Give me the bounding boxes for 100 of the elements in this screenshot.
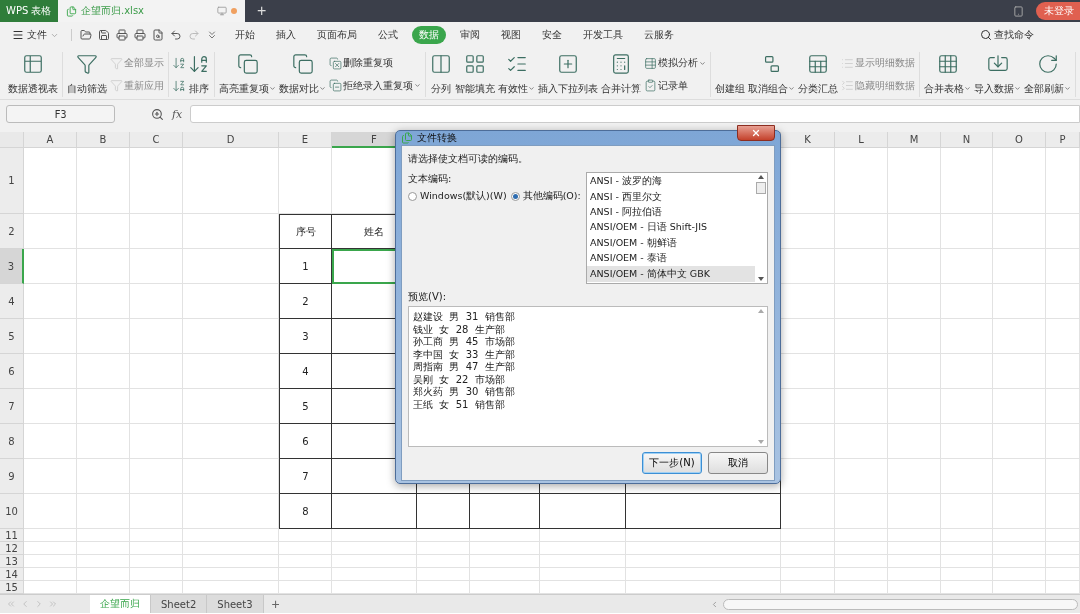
menu-tab[interactable]: 开发工具: [576, 26, 630, 44]
ribbon-button[interactable]: 自动筛选: [66, 52, 108, 97]
login-button[interactable]: 未登录: [1036, 2, 1080, 20]
menu-tab[interactable]: 公式: [371, 26, 405, 44]
ribbon-button[interactable]: 删除重复项: [328, 55, 422, 72]
ribbon-button[interactable]: 合并计算: [600, 52, 642, 97]
ribbon-button[interactable]: 全部刷新: [1023, 52, 1072, 97]
row-header[interactable]: 2: [0, 214, 24, 249]
column-header[interactable]: A: [24, 132, 77, 148]
cancel-button[interactable]: 取消: [708, 452, 768, 474]
row-header[interactable]: 15: [0, 581, 24, 594]
column-header[interactable]: L: [835, 132, 888, 148]
menu-tab[interactable]: 开始: [228, 26, 262, 44]
column-header[interactable]: K: [781, 132, 835, 148]
new-tab-button[interactable]: +: [245, 0, 279, 22]
ribbon-button[interactable]: 模拟分析: [643, 55, 707, 72]
ribbon-button[interactable]: 排序: [187, 52, 211, 97]
monitor-icon[interactable]: [217, 6, 227, 16]
column-header[interactable]: M: [888, 132, 941, 148]
scroll-left-icon[interactable]: [710, 599, 719, 609]
ribbon-button[interactable]: 分列: [429, 52, 453, 97]
column-header[interactable]: D: [183, 132, 279, 148]
open-button[interactable]: [80, 29, 92, 41]
radio-button[interactable]: [408, 192, 417, 201]
row-header[interactable]: 7: [0, 389, 24, 424]
ribbon-button[interactable]: 高亮重复项: [218, 52, 277, 97]
encoding-option[interactable]: ANSI - 波罗的海: [587, 174, 755, 190]
add-sheet-button[interactable]: +: [263, 595, 288, 613]
column-header[interactable]: N: [941, 132, 993, 148]
scroll-up-icon[interactable]: [758, 175, 764, 179]
encoding-option[interactable]: ANSI/OEM - 简体中文 GBK: [587, 266, 755, 282]
row-header[interactable]: 10: [0, 494, 24, 529]
ribbon-button[interactable]: 有效性: [497, 52, 536, 97]
save-button[interactable]: [98, 29, 110, 41]
sheet-tab[interactable]: Sheet2: [151, 595, 208, 613]
function-label[interactable]: fx: [172, 107, 183, 121]
ribbon-button[interactable]: 数据透视表: [7, 52, 59, 97]
ribbon-button[interactable]: 合并表格: [923, 52, 972, 97]
scrollbar-thumb[interactable]: [723, 598, 1078, 610]
ribbon-button[interactable]: 取消组合: [747, 52, 796, 97]
encoding-option[interactable]: ANSI/OEM - 朝鲜语: [587, 235, 755, 251]
menu-tab[interactable]: 云服务: [637, 26, 681, 44]
name-box[interactable]: F3: [6, 105, 115, 123]
encoding-option[interactable]: ANSI - 西里尔文: [587, 189, 755, 205]
encoding-radio[interactable]: 其他编码(O):: [510, 190, 581, 203]
formula-input[interactable]: [190, 105, 1080, 123]
row-header[interactable]: 13: [0, 555, 24, 568]
encoding-option[interactable]: ANSI - 阿拉伯语: [587, 204, 755, 221]
ribbon-button[interactable]: 数据对比: [278, 52, 327, 97]
menu-tab[interactable]: 审阅: [453, 26, 487, 44]
row-header[interactable]: 6: [0, 354, 24, 389]
column-header[interactable]: E: [279, 132, 332, 148]
row-header[interactable]: 9: [0, 459, 24, 494]
sort-descending-button[interactable]: [172, 78, 186, 93]
ribbon-button[interactable]: 分类汇总: [797, 52, 839, 97]
undo-button[interactable]: [170, 29, 182, 41]
radio-button[interactable]: [510, 192, 520, 201]
app-tab[interactable]: WPS 表格: [0, 0, 58, 22]
close-button[interactable]: [737, 125, 775, 141]
more-button[interactable]: [206, 29, 218, 41]
ribbon-button[interactable]: 插入下拉列表: [537, 52, 599, 97]
tablet-icon[interactable]: [1013, 5, 1024, 17]
zoom-icon[interactable]: [151, 107, 164, 121]
row-header[interactable]: 1: [0, 148, 24, 214]
sort-ascending-button[interactable]: [172, 56, 186, 71]
row-header[interactable]: 4: [0, 284, 24, 319]
ribbon-button[interactable]: 智能填充: [454, 52, 496, 97]
print-button[interactable]: [116, 29, 128, 41]
grid-cell: [130, 555, 183, 568]
encoding-option[interactable]: ANSI/OEM - 日语 Shift-JIS: [587, 220, 755, 236]
row-header[interactable]: 3: [0, 249, 24, 284]
sheet-tab[interactable]: Sheet3: [207, 595, 264, 613]
row-header[interactable]: 8: [0, 424, 24, 459]
print-button[interactable]: [134, 29, 146, 41]
encoding-option[interactable]: ANSI/OEM - 泰语: [587, 250, 755, 267]
column-header[interactable]: P: [1046, 132, 1080, 148]
ribbon-button[interactable]: 记录单: [643, 77, 707, 94]
row-header[interactable]: 11: [0, 529, 24, 542]
ribbon-button[interactable]: 导入数据: [973, 52, 1022, 97]
menu-tab[interactable]: 安全: [535, 26, 569, 44]
column-header[interactable]: C: [130, 132, 183, 148]
search-command[interactable]: 查找命令: [974, 27, 1040, 43]
ribbon-button[interactable]: 拒绝录入重复项: [328, 77, 422, 94]
column-header[interactable]: B: [77, 132, 130, 148]
row-header[interactable]: 5: [0, 319, 24, 354]
file-menu[interactable]: 文件: [8, 28, 63, 42]
row-header[interactable]: 12: [0, 542, 24, 555]
column-header[interactable]: O: [993, 132, 1046, 148]
next-button[interactable]: 下一步(N): [642, 452, 702, 474]
ribbon-button[interactable]: 创建组: [714, 52, 746, 97]
menu-tab[interactable]: 视图: [494, 26, 528, 44]
menu-tab[interactable]: 插入: [269, 26, 303, 44]
encoding-list[interactable]: ANSI - 波罗的海 ANSI - 西里尔文 ANSI - 阿拉伯语 ANSI/OEM - 日语 Shift-JIS ANSI/OEM - 朝鲜语 ANSI/OEM - 泰语 ANSI/OEM - 简体中文 GBK: [586, 172, 768, 284]
row-header[interactable]: 14: [0, 568, 24, 581]
scroll-down-icon[interactable]: [758, 277, 764, 281]
scrollbar-thumb[interactable]: [756, 182, 766, 194]
menu-tab[interactable]: 页面布局: [310, 26, 364, 44]
redo-button[interactable]: [188, 29, 200, 41]
encoding-radio[interactable]: Windows(默认)(W): [408, 190, 507, 203]
print-preview-button[interactable]: [152, 29, 164, 41]
